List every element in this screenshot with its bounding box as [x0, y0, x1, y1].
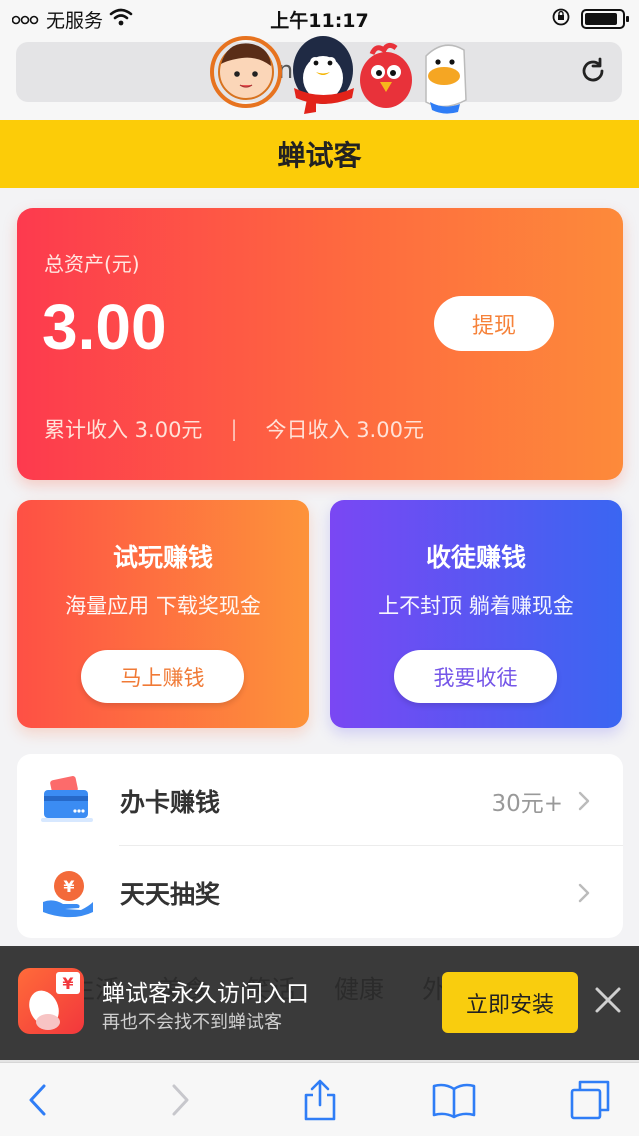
install-button[interactable]: 立即安装 — [442, 972, 578, 1033]
credit-card-icon — [41, 776, 93, 826]
list-item-card-earn[interactable]: 办卡赚钱 30元+ — [17, 754, 623, 846]
withdraw-button[interactable]: 提现 — [434, 296, 554, 351]
banner-title: 蝉试客永久访问入口 — [102, 981, 309, 1007]
recruit-apprentice-button[interactable]: 我要收徒 — [394, 650, 557, 703]
trial-earn-card[interactable]: 试玩赚钱 海量应用 下载奖现金 马上赚钱 — [17, 500, 309, 728]
forward-icon[interactable] — [156, 1077, 204, 1123]
start-earning-button[interactable]: 马上赚钱 — [81, 650, 244, 703]
lottery-hand-icon: ¥ — [41, 868, 93, 918]
trial-earn-title: 试玩赚钱 — [112, 543, 213, 572]
svg-text:¥: ¥ — [62, 974, 73, 993]
white-duck-sticker — [425, 44, 467, 114]
browser-toolbar — [0, 1062, 639, 1136]
list-item-value: 30元+ — [491, 791, 563, 817]
list-item-label: 办卡赚钱 — [120, 788, 221, 817]
reload-icon[interactable] — [578, 56, 608, 86]
close-icon[interactable] — [593, 985, 623, 1015]
app-logo-icon: ¥ — [18, 968, 84, 1034]
bookmarks-icon[interactable] — [430, 1077, 478, 1123]
install-banner: ¥ 蝉试客永久访问入口 再也不会找不到蝉试客 立即安装 — [0, 946, 639, 1060]
page-title: 蝉试客 — [277, 139, 362, 172]
total-assets-card: 总资产(元) 3.00 提现 累计收入 3.00元 | 今日收入 3.00元 — [17, 208, 623, 480]
status-right — [551, 7, 629, 31]
apprentice-earn-title: 收徒赚钱 — [425, 543, 526, 572]
income-summary: 累计收入 3.00元 | 今日收入 3.00元 — [44, 414, 424, 444]
tabs-icon[interactable] — [566, 1077, 614, 1123]
chevron-right-icon — [577, 882, 591, 904]
total-assets-value: 3.00 — [42, 291, 167, 363]
trial-earn-subtitle: 海量应用 下载奖现金 — [65, 594, 261, 618]
orientation-lock-icon — [551, 7, 571, 31]
browser-address-area: n e — [0, 36, 639, 120]
share-icon[interactable] — [296, 1077, 344, 1123]
red-bird-sticker — [360, 42, 412, 108]
today-income: 今日收入 3.00元 — [265, 418, 424, 442]
status-time: 上午11:17 — [270, 10, 369, 32]
cumulative-income: 累计收入 3.00元 — [44, 418, 203, 442]
chevron-right-icon — [577, 790, 591, 812]
apprentice-earn-subtitle: 上不封顶 躺着赚现金 — [378, 594, 574, 618]
penguin-sticker — [293, 36, 354, 114]
banner-subtitle: 再也不会找不到蝉试客 — [102, 1012, 282, 1033]
apprentice-earn-card[interactable]: 收徒赚钱 上不封顶 躺着赚现金 我要收徒 — [330, 500, 622, 728]
boy-face-sticker — [210, 36, 282, 108]
total-assets-label: 总资产(元) — [44, 252, 140, 276]
list-item-daily-lottery[interactable]: ¥ 天天抽奖 — [17, 846, 623, 938]
page-header: 蝉试客 — [0, 120, 639, 188]
list-item-label: 天天抽奖 — [120, 880, 221, 909]
svg-text:¥: ¥ — [63, 877, 74, 896]
cartoon-stickers — [208, 30, 488, 116]
feature-list: 办卡赚钱 30元+ ¥ 天天抽奖 — [17, 754, 623, 938]
back-icon[interactable] — [14, 1077, 62, 1123]
battery-icon — [581, 9, 629, 29]
income-separator: | — [230, 417, 238, 441]
